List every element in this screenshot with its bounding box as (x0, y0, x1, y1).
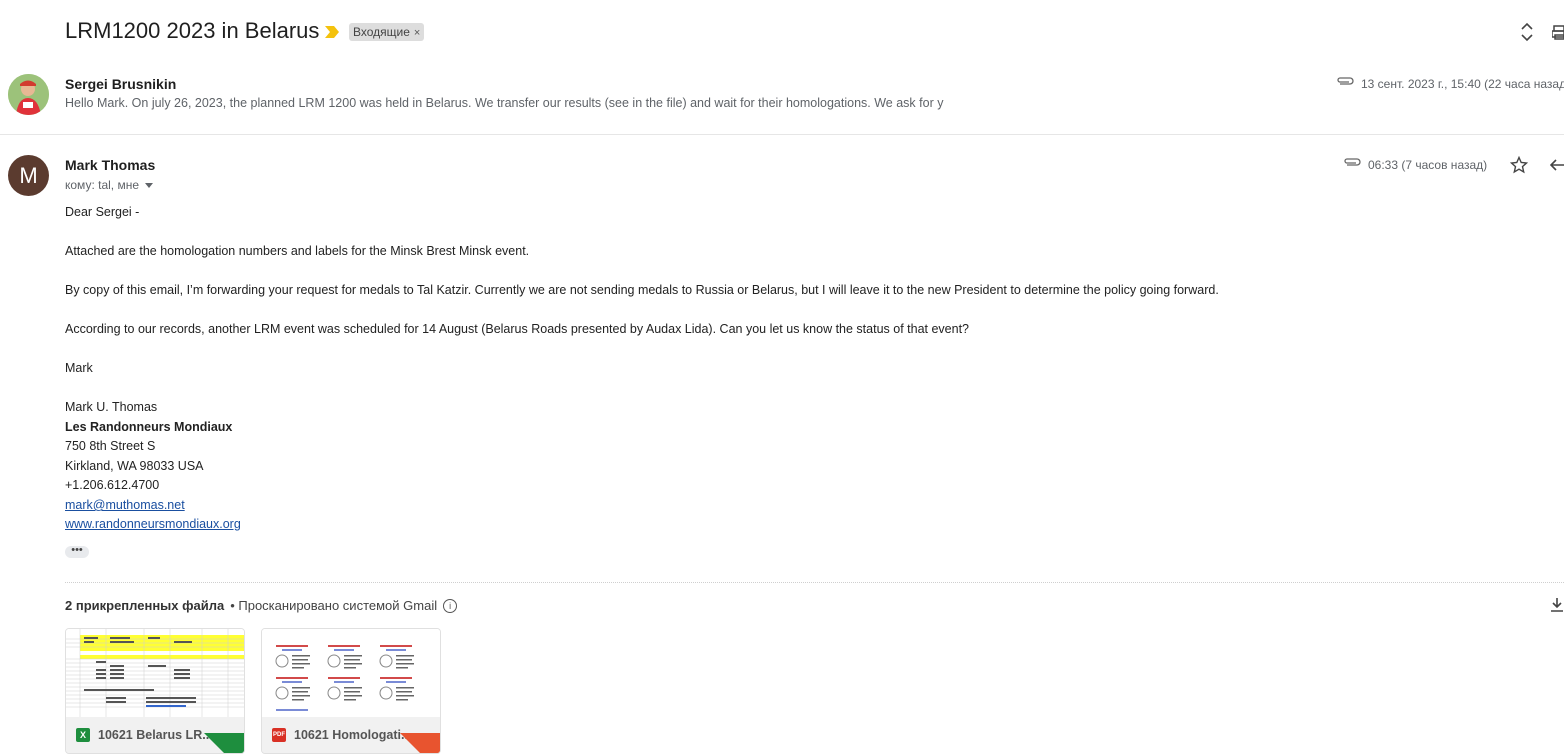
message-snippet[interactable]: Hello Mark. On july 26, 2023, the planne… (65, 96, 943, 110)
signature-website-link[interactable]: www.randonneursmondiaux.org (65, 517, 241, 531)
signature-phone: +1.206.612.4700 (65, 478, 160, 492)
signature-street: 750 8th Street S (65, 439, 156, 453)
scan-status: • Просканировано системой Gmail (230, 598, 438, 613)
show-trimmed-content-button[interactable]: ••• (65, 545, 89, 558)
sender-avatar-photo[interactable] (8, 74, 49, 115)
avatar-image (8, 74, 49, 115)
body-paragraph: According to our records, another LRM ev… (65, 322, 969, 336)
body-paragraph: By copy of this email, I’m forwarding yo… (65, 283, 1219, 297)
attachment-clip-icon (1344, 158, 1361, 166)
spreadsheet-preview-thumbnail (66, 629, 244, 717)
thread-subject: LRM1200 2023 in Belarus (65, 18, 320, 43)
message-date[interactable]: 13 сент. 2023 г., 15:40 (22 часа назад) (1361, 77, 1564, 91)
message-divider (0, 134, 1564, 135)
attachment-filename: 10621 Belarus LR... (98, 728, 213, 742)
file-corner-fold-icon (204, 733, 244, 753)
download-all-icon[interactable] (1550, 597, 1564, 613)
pdf-file-icon: PDF (272, 728, 286, 742)
chevron-down-icon[interactable] (145, 182, 154, 188)
body-paragraph: Mark (65, 361, 93, 375)
inbox-label-chip[interactable]: Входящие × (349, 23, 425, 41)
spreadsheet-file-icon: X (76, 728, 90, 742)
sender-avatar[interactable]: M (8, 155, 49, 196)
sender-name[interactable]: Sergei Brusnikin (65, 76, 176, 92)
attachment-card-pdf[interactable]: PDF 10621 Homologati... (261, 628, 441, 754)
file-corner-fold-icon (400, 733, 440, 753)
recipients-line[interactable]: кому: tal, мне (65, 178, 154, 192)
attachments-header: 2 прикрепленных файла • Просканировано с… (65, 598, 458, 613)
attachment-card-spreadsheet[interactable]: X 10621 Belarus LR... (65, 628, 245, 754)
body-paragraph: Dear Sergei - (65, 205, 140, 219)
expand-all-icon[interactable] (1519, 22, 1535, 42)
important-marker-icon[interactable] (324, 25, 340, 39)
attachments-count: 2 прикрепленных файла (65, 598, 225, 613)
pdf-preview-thumbnail (262, 629, 440, 717)
signature-name: Mark U. Thomas (65, 400, 158, 414)
attachment-filename: 10621 Homologati... (294, 728, 412, 742)
remove-label-icon[interactable]: × (414, 27, 420, 39)
info-icon[interactable]: i (443, 598, 458, 613)
signature-city: Kirkland, WA 98033 USA (65, 459, 204, 473)
sender-name[interactable]: Mark Thomas (65, 157, 155, 173)
signature-org: Les Randonneurs Mondiaux (65, 420, 233, 434)
recipients-text: кому: tal, мне (65, 178, 140, 192)
message-date[interactable]: 06:33 (7 часов назад) (1368, 158, 1487, 172)
print-icon[interactable] (1552, 22, 1564, 42)
inbox-label-text: Входящие (353, 25, 410, 39)
reply-icon[interactable] (1550, 157, 1564, 173)
attachment-clip-icon (1337, 77, 1354, 85)
star-icon[interactable] (1510, 156, 1528, 174)
body-paragraph: Attached are the homologation numbers an… (65, 244, 530, 258)
signature-email-link[interactable]: mark@muthomas.net (65, 498, 185, 512)
attachments-divider (65, 582, 1564, 583)
